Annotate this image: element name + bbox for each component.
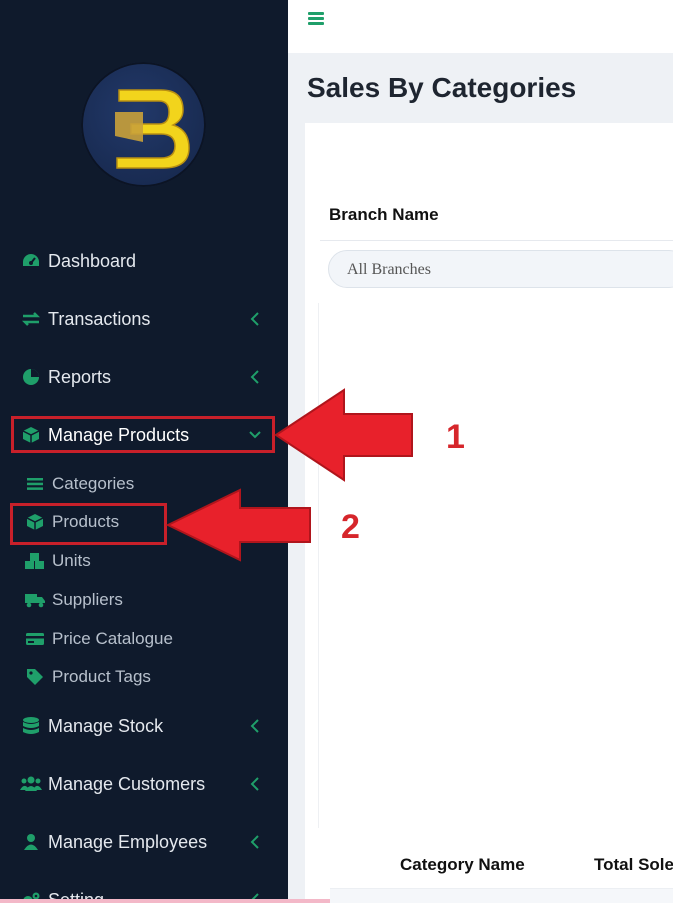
chevron-left-icon bbox=[250, 312, 259, 326]
sidebar-item-manage-employees[interactable]: Manage Employees bbox=[20, 827, 270, 857]
sidebar-item-label: Manage Customers bbox=[48, 773, 206, 794]
chevron-left-icon bbox=[250, 719, 259, 733]
sidebar-item-label: Manage Stock bbox=[48, 715, 164, 736]
logo-b-icon bbox=[115, 89, 190, 169]
sidebar-item-label: Dashboard bbox=[48, 250, 137, 271]
sidebar-item-dashboard[interactable]: Dashboard bbox=[20, 246, 270, 276]
sidebar-item-manage-stock[interactable]: Manage Stock bbox=[20, 711, 270, 741]
page-title: Sales By Categories bbox=[307, 72, 577, 103]
user-icon bbox=[20, 831, 42, 853]
sidebar-item-label: Reports bbox=[48, 366, 112, 387]
truck-icon bbox=[24, 590, 46, 610]
brand-logo[interactable] bbox=[81, 62, 206, 187]
sidebar-subitem-label: Suppliers bbox=[52, 590, 123, 609]
sidebar-item-reports[interactable]: Reports bbox=[20, 362, 270, 392]
branch-name-label: Branch Name bbox=[329, 205, 439, 224]
database-icon bbox=[20, 715, 42, 737]
chevron-left-icon bbox=[250, 370, 259, 384]
list-icon bbox=[24, 474, 46, 494]
annotation-number-2: 2 bbox=[341, 508, 360, 546]
sidebar-subitem-price-catalogue[interactable]: Price Catalogue bbox=[24, 626, 264, 652]
sidebar-item-manage-customers[interactable]: Manage Customers bbox=[20, 769, 270, 799]
highlight-products bbox=[10, 503, 167, 545]
exchange-arrows-icon bbox=[20, 308, 42, 330]
table-row bbox=[330, 888, 673, 903]
sidebar-subitem-suppliers[interactable]: Suppliers bbox=[24, 587, 264, 613]
divider bbox=[320, 240, 673, 241]
sidebar-subitem-product-tags[interactable]: Product Tags bbox=[24, 664, 264, 690]
chart-area bbox=[318, 303, 673, 828]
sidebar-subitem-label: Categories bbox=[52, 474, 135, 493]
users-icon bbox=[20, 773, 42, 795]
tag-icon bbox=[24, 667, 46, 687]
sidebar-subitem-label: Price Catalogue bbox=[52, 629, 173, 648]
pie-chart-icon bbox=[20, 366, 42, 388]
sidebar-subitem-label: Product Tags bbox=[52, 667, 151, 686]
sidebar-subitem-label: Units bbox=[52, 551, 91, 570]
cubes-icon bbox=[24, 551, 46, 571]
bottom-strip bbox=[0, 899, 330, 903]
annotation-arrow-2-icon bbox=[166, 488, 311, 562]
column-header-category-name[interactable]: Category Name bbox=[400, 855, 525, 875]
sidebar-item-label: Manage Employees bbox=[48, 831, 208, 852]
dashboard-gauge-icon bbox=[20, 250, 42, 272]
chevron-left-icon bbox=[250, 835, 259, 849]
sidebar-item-label: Transactions bbox=[48, 308, 151, 329]
credit-card-icon bbox=[24, 629, 46, 649]
annotation-number-1: 1 bbox=[446, 418, 465, 456]
column-header-total-sold[interactable]: Total Sole bbox=[594, 855, 673, 875]
top-bar bbox=[288, 0, 673, 53]
sidebar-item-transactions[interactable]: Transactions bbox=[20, 304, 270, 334]
branch-select[interactable]: All Branches bbox=[328, 250, 673, 288]
highlight-manage-products bbox=[11, 416, 275, 453]
chevron-left-icon bbox=[250, 777, 259, 791]
hamburger-menu-icon[interactable] bbox=[308, 12, 324, 26]
annotation-arrow-1-icon bbox=[274, 388, 413, 482]
